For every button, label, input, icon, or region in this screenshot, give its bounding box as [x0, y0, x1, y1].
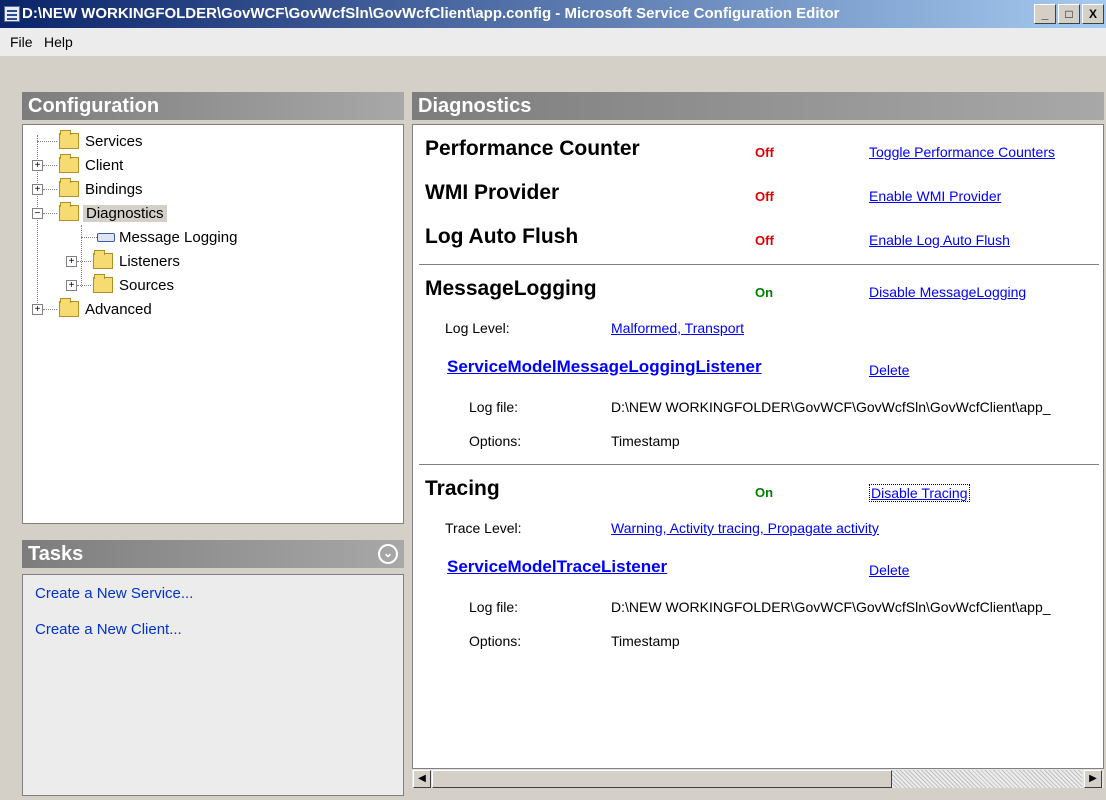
folder-icon: [59, 298, 79, 317]
message-logging-label: MessageLogging: [425, 277, 597, 300]
folder-icon: [59, 178, 79, 197]
tree-label: Services: [85, 133, 143, 150]
wmi-provider-status: Off: [755, 189, 774, 204]
menu-bar: File Help: [0, 28, 1106, 56]
perf-counter-label: Performance Counter: [425, 137, 640, 160]
tree-line: [43, 165, 57, 166]
create-client-link[interactable]: Create a New Client...: [35, 621, 182, 638]
tree-label: Bindings: [85, 181, 143, 198]
section-divider: [419, 464, 1099, 465]
create-service-link[interactable]: Create a New Service...: [35, 585, 193, 602]
expand-icon[interactable]: +: [66, 256, 77, 267]
tree-label: Listeners: [119, 253, 180, 270]
log-file-value: D:\NEW WORKINGFOLDER\GovWCF\GovWcfSln\Go…: [611, 399, 1051, 415]
window-controls: _ □ X: [1034, 4, 1104, 24]
wmi-provider-label: WMI Provider: [425, 181, 560, 204]
tree-node-services[interactable]: Services: [23, 130, 383, 153]
tasks-header: Tasks ⌄: [22, 540, 404, 568]
tree-line: [77, 285, 91, 286]
minimize-button[interactable]: _: [1034, 4, 1056, 24]
delete-message-listener-link[interactable]: Delete: [869, 362, 909, 378]
tree-line: [43, 309, 57, 310]
delete-trace-listener-link[interactable]: Delete: [869, 562, 909, 578]
tree-label: Sources: [119, 277, 175, 294]
message-logging-status: On: [755, 285, 774, 300]
options-label: Options:: [469, 433, 522, 449]
tree-node-sources[interactable]: + Sources: [23, 274, 383, 297]
open-folder-icon: [59, 202, 79, 221]
folder-icon: [93, 250, 113, 269]
diagnostics-header: Diagnostics: [412, 92, 1104, 120]
log-level-label: Log Level:: [445, 320, 510, 336]
log-auto-flush-status: Off: [755, 233, 774, 248]
configuration-header: Configuration: [22, 92, 404, 120]
disable-message-logging-link[interactable]: Disable MessageLogging: [869, 284, 1026, 300]
expand-icon[interactable]: +: [32, 160, 43, 171]
tree-label-selected: Diagnostics: [83, 205, 167, 222]
app-icon[interactable]: [4, 6, 20, 22]
trace-options-label: Options:: [469, 633, 522, 649]
message-logging-listener-link[interactable]: ServiceModelMessageLoggingListener: [447, 357, 762, 377]
enable-wmi-provider-link[interactable]: Enable WMI Provider: [869, 188, 1001, 204]
configuration-tree[interactable]: Services + Client + Bindings − Diagnosti…: [22, 124, 404, 524]
trace-options-value: Timestamp: [611, 633, 680, 649]
expand-icon[interactable]: +: [32, 184, 43, 195]
tracing-label: Tracing: [425, 477, 500, 500]
enable-log-auto-flush-link[interactable]: Enable Log Auto Flush: [869, 232, 1010, 248]
tree-node-client[interactable]: + Client: [23, 154, 383, 177]
close-button[interactable]: X: [1082, 4, 1104, 24]
trace-log-file-label: Log file:: [469, 599, 519, 615]
perf-counter-status: Off: [755, 145, 774, 160]
expand-icon[interactable]: +: [32, 304, 43, 315]
tree-line: [37, 141, 57, 142]
tree-label: Client: [85, 157, 124, 174]
tree-node-listeners[interactable]: + Listeners: [23, 250, 383, 273]
collapse-icon[interactable]: −: [32, 208, 43, 219]
scroll-right-arrow-icon[interactable]: ▶: [1084, 770, 1102, 788]
tree-label: Message Logging: [119, 229, 238, 246]
menu-file[interactable]: File: [10, 34, 33, 50]
folder-icon: [93, 274, 113, 293]
log-level-link[interactable]: Malformed, Transport: [611, 320, 744, 336]
scroll-left-arrow-icon[interactable]: ◀: [413, 770, 431, 788]
log-auto-flush-label: Log Auto Flush: [425, 225, 579, 248]
tree-node-bindings[interactable]: + Bindings: [23, 178, 383, 201]
tree-line: [43, 189, 57, 190]
menu-help[interactable]: Help: [44, 34, 73, 50]
horizontal-scrollbar[interactable]: ◀ ▶: [412, 768, 1104, 788]
disable-tracing-link[interactable]: Disable Tracing: [869, 484, 970, 502]
trace-level-link[interactable]: Warning, Activity tracing, Propagate act…: [611, 520, 879, 536]
options-value: Timestamp: [611, 433, 680, 449]
tree-line: [43, 213, 57, 214]
tasks-panel: Create a New Service... Create a New Cli…: [22, 574, 404, 796]
folder-icon: [59, 130, 79, 149]
tracing-status: On: [755, 485, 774, 500]
section-divider: [419, 264, 1099, 265]
expand-icon[interactable]: +: [66, 280, 77, 291]
trace-level-label: Trace Level:: [445, 520, 522, 536]
scroll-thumb[interactable]: [432, 770, 892, 788]
tree-label: Advanced: [85, 301, 152, 318]
trace-log-file-value: D:\NEW WORKINGFOLDER\GovWCF\GovWcfSln\Go…: [611, 599, 1051, 615]
tree-line: [77, 261, 91, 262]
tree-node-advanced[interactable]: + Advanced: [23, 298, 383, 321]
tree-node-message-logging[interactable]: Message Logging: [23, 227, 383, 249]
diagnostics-panel: Performance Counter Off Toggle Performan…: [412, 124, 1104, 788]
toggle-perf-counters-link[interactable]: Toggle Performance Counters: [869, 144, 1055, 160]
folder-icon: [59, 154, 79, 173]
scroll-track[interactable]: [892, 770, 1082, 788]
settings-node-icon: [97, 233, 115, 242]
title-bar: D:\NEW WORKINGFOLDER\GovWCF\GovWcfSln\Go…: [0, 0, 1106, 28]
maximize-button[interactable]: □: [1058, 4, 1080, 24]
tree-node-diagnostics[interactable]: − Diagnostics: [23, 202, 383, 225]
window-title: D:\NEW WORKINGFOLDER\GovWCF\GovWcfSln\Go…: [22, 5, 840, 22]
tasks-title: Tasks: [28, 543, 84, 565]
log-file-label: Log file:: [469, 399, 519, 415]
collapse-chevron-icon[interactable]: ⌄: [378, 544, 398, 564]
trace-listener-link[interactable]: ServiceModelTraceListener: [447, 557, 667, 577]
